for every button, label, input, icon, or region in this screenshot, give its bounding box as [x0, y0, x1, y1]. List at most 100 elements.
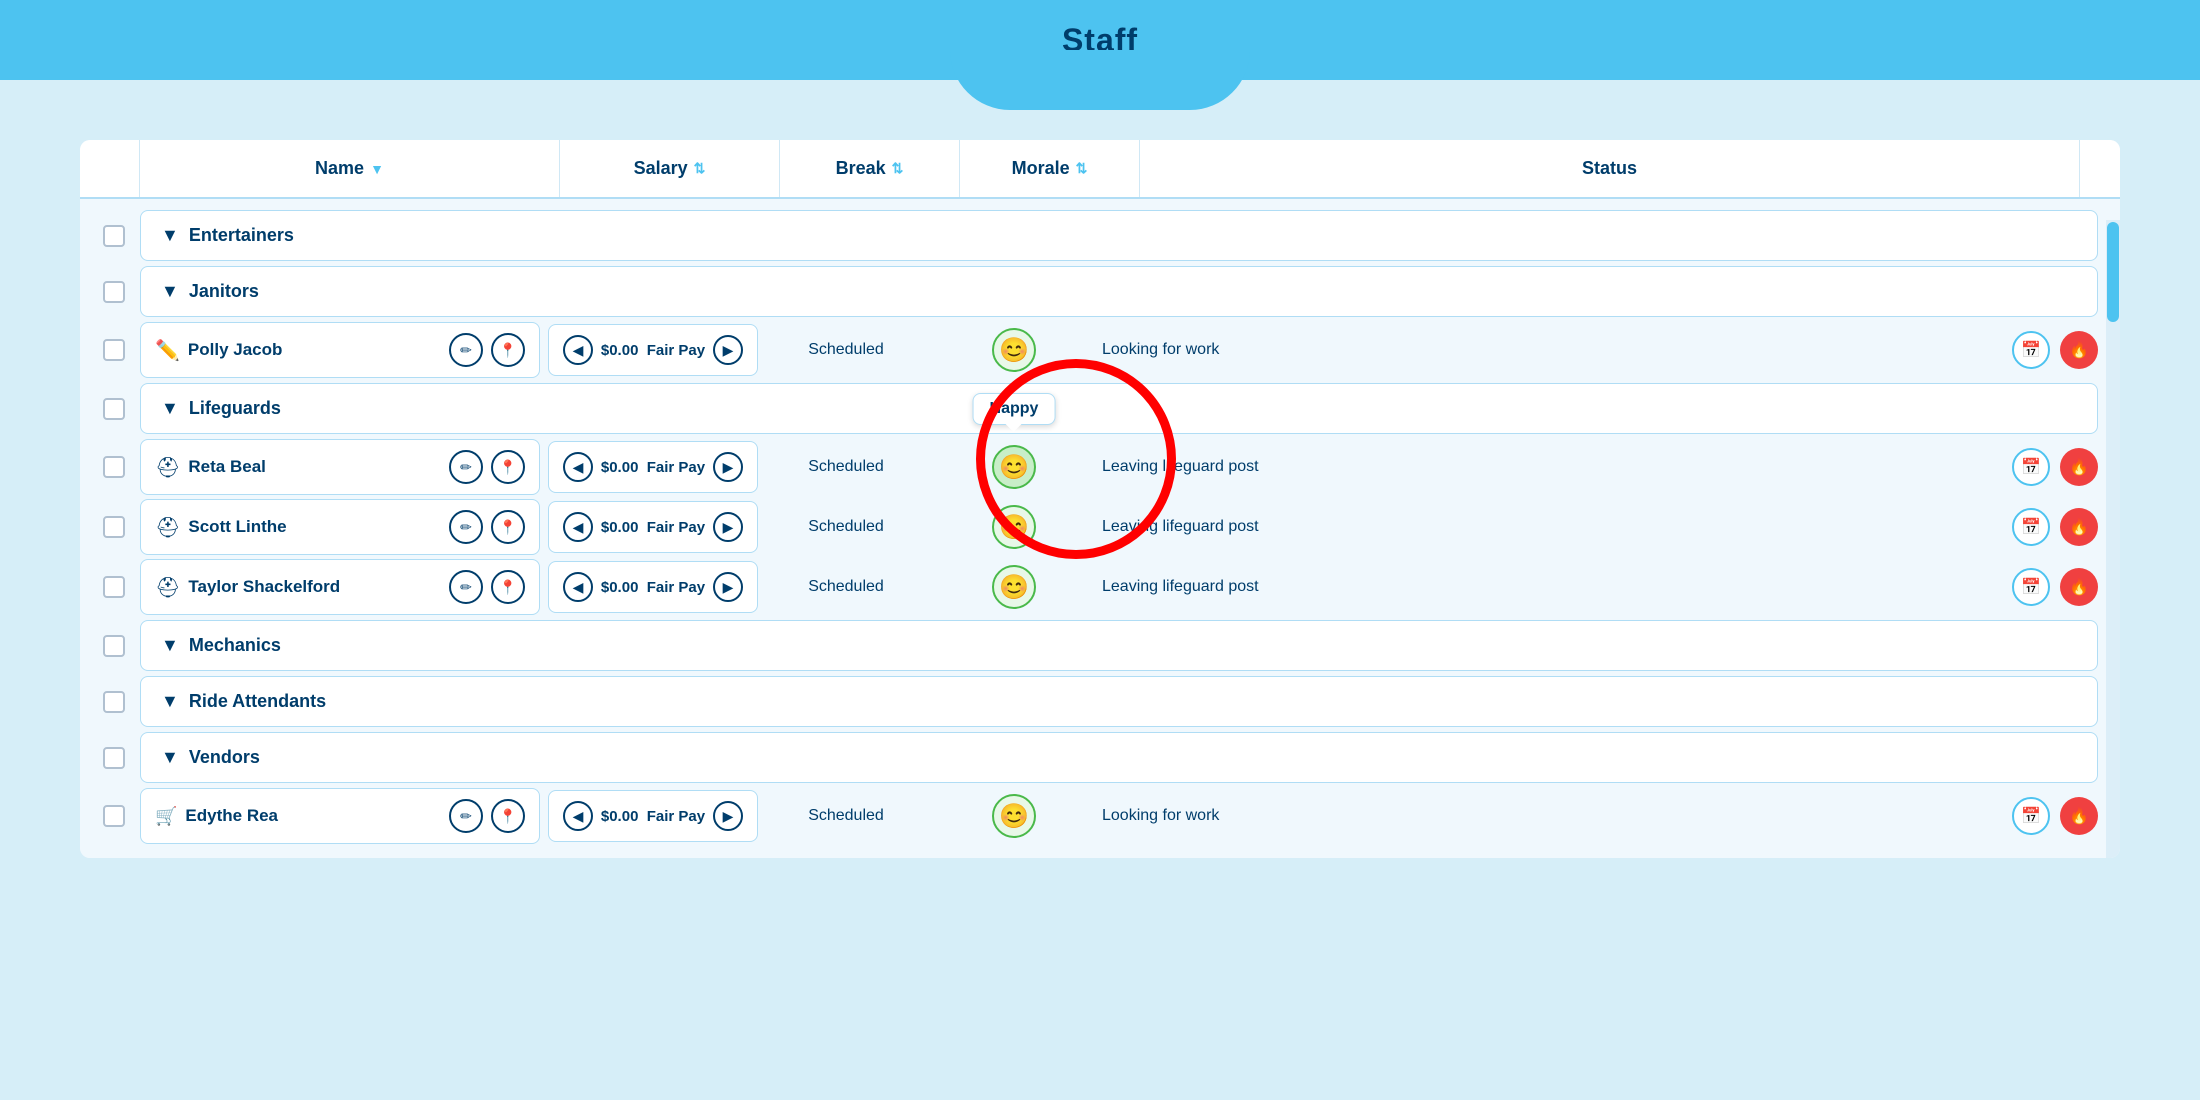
- salary-cell-scott: ◀ $0.00 Fair Pay ▶: [548, 501, 758, 553]
- checkbox-polly[interactable]: [103, 339, 125, 361]
- staff-name-cell-reta: ⛑ Reta Beal ✏ 📍: [140, 439, 540, 495]
- group-janitors: ▼ Janitors: [88, 266, 2098, 317]
- group-janitors-label[interactable]: ▼ Janitors: [140, 266, 2098, 317]
- page-title: Staff: [1062, 22, 1138, 59]
- group-arrow-janitors: ▼: [161, 281, 179, 302]
- group-lifeguards-checkbox[interactable]: [88, 398, 140, 420]
- salary-left-edythe[interactable]: ◀: [563, 801, 593, 831]
- checkbox-taylor[interactable]: [103, 576, 125, 598]
- table-body: ▼ Entertainers ▼ Janitors: [80, 199, 2120, 858]
- col-header-name[interactable]: Name ▼: [140, 140, 560, 197]
- group-mechanics-checkbox[interactable]: [88, 635, 140, 657]
- location-btn-reta[interactable]: 📍: [491, 450, 525, 484]
- salary-left-polly[interactable]: ◀: [563, 335, 593, 365]
- edit-btn-edythe[interactable]: ✏: [449, 799, 483, 833]
- group-arrow-mechanics: ▼: [161, 635, 179, 656]
- group-entertainers-checkbox[interactable]: [88, 225, 140, 247]
- break-cell-polly: Scheduled: [766, 341, 926, 359]
- checkbox-edythe[interactable]: [103, 805, 125, 827]
- role-icon-polly: ✏️: [155, 338, 180, 363]
- right-scrollbar[interactable]: [2106, 220, 2120, 858]
- group-vendors-checkbox[interactable]: [88, 747, 140, 769]
- staff-row-edythe-rea: 🛒 Edythe Rea ✏ 📍 ◀ $0.00 Fair Pay ▶ Sche…: [88, 788, 2098, 844]
- staff-checkbox-scott[interactable]: [88, 516, 140, 538]
- checkbox-reta[interactable]: [103, 456, 125, 478]
- location-btn-edythe[interactable]: 📍: [491, 799, 525, 833]
- salary-left-reta[interactable]: ◀: [563, 452, 593, 482]
- salary-right-edythe[interactable]: ▶: [713, 801, 743, 831]
- col-header-break[interactable]: Break ⇅: [780, 140, 960, 197]
- edit-btn-scott[interactable]: ✏: [449, 510, 483, 544]
- group-ride-attendants-checkbox[interactable]: [88, 691, 140, 713]
- morale-icon-taylor[interactable]: 😊: [992, 565, 1036, 609]
- morale-tooltip-reta: Happy: [973, 393, 1056, 425]
- role-icon-reta: ⛑: [155, 455, 180, 480]
- location-btn-polly[interactable]: 📍: [491, 333, 525, 367]
- main-content: Name ▼ Salary ⇅ Break ⇅ Morale ⇅ Status: [0, 80, 2200, 898]
- salary-right-reta[interactable]: ▶: [713, 452, 743, 482]
- edit-btn-polly[interactable]: ✏: [449, 333, 483, 367]
- group-vendors: ▼ Vendors: [88, 732, 2098, 783]
- staff-checkbox-taylor[interactable]: [88, 576, 140, 598]
- salary-text-edythe: $0.00 Fair Pay: [599, 808, 707, 825]
- location-btn-scott[interactable]: 📍: [491, 510, 525, 544]
- staff-checkbox-edythe[interactable]: [88, 805, 140, 827]
- staff-name-edythe: Edythe Rea: [185, 806, 441, 826]
- col-header-salary[interactable]: Salary ⇅: [560, 140, 780, 197]
- salary-cell-polly: ◀ $0.00 Fair Pay ▶: [548, 324, 758, 376]
- salary-right-scott[interactable]: ▶: [713, 512, 743, 542]
- checkbox-scott[interactable]: [103, 516, 125, 538]
- edit-btn-reta[interactable]: ✏: [449, 450, 483, 484]
- salary-text-scott: $0.00 Fair Pay: [599, 519, 707, 536]
- salary-right-taylor[interactable]: ▶: [713, 572, 743, 602]
- group-entertainers-label[interactable]: ▼ Entertainers: [140, 210, 2098, 261]
- sort-icon-break: ⇅: [892, 160, 904, 177]
- morale-icon-edythe[interactable]: 😊: [992, 794, 1036, 838]
- fire-btn-reta[interactable]: 🔥: [2060, 448, 2098, 486]
- calendar-btn-taylor[interactable]: 📅: [2012, 568, 2050, 606]
- staff-checkbox-reta[interactable]: [88, 456, 140, 478]
- calendar-btn-reta[interactable]: 📅: [2012, 448, 2050, 486]
- salary-left-taylor[interactable]: ◀: [563, 572, 593, 602]
- location-btn-taylor[interactable]: 📍: [491, 570, 525, 604]
- calendar-btn-polly[interactable]: 📅: [2012, 331, 2050, 369]
- checkbox-vendors[interactable]: [103, 747, 125, 769]
- morale-icon-scott[interactable]: 😊: [992, 505, 1036, 549]
- top-bar: Staff: [0, 0, 2200, 80]
- checkbox-janitors[interactable]: [103, 281, 125, 303]
- edit-btn-taylor[interactable]: ✏: [449, 570, 483, 604]
- calendar-btn-scott[interactable]: 📅: [2012, 508, 2050, 546]
- sort-icon-morale: ⇅: [1076, 160, 1088, 177]
- fire-btn-polly[interactable]: 🔥: [2060, 331, 2098, 369]
- role-icon-edythe: 🛒: [155, 806, 177, 827]
- status-text-polly: Looking for work: [1102, 341, 2002, 359]
- salary-text-taylor: $0.00 Fair Pay: [599, 579, 707, 596]
- morale-icon-polly[interactable]: 😊: [992, 328, 1036, 372]
- staff-row-scott-linthe: ⛑ Scott Linthe ✏ 📍 ◀ $0.00 Fair Pay ▶ Sc…: [88, 499, 2098, 555]
- break-cell-edythe: Scheduled: [766, 807, 926, 825]
- col-header-status: Status: [1140, 140, 2080, 197]
- group-vendors-label[interactable]: ▼ Vendors: [140, 732, 2098, 783]
- status-text-reta: Leaving lifeguard post: [1102, 458, 2002, 476]
- col-header-morale[interactable]: Morale ⇅: [960, 140, 1140, 197]
- fire-btn-edythe[interactable]: 🔥: [2060, 797, 2098, 835]
- salary-right-polly[interactable]: ▶: [713, 335, 743, 365]
- group-ride-attendants-label[interactable]: ▼ Ride Attendants: [140, 676, 2098, 727]
- salary-left-scott[interactable]: ◀: [563, 512, 593, 542]
- calendar-btn-edythe[interactable]: 📅: [2012, 797, 2050, 835]
- group-janitors-checkbox[interactable]: [88, 281, 140, 303]
- checkbox-lifeguards[interactable]: [103, 398, 125, 420]
- checkbox-mechanics[interactable]: [103, 635, 125, 657]
- morale-cell-taylor: 😊: [934, 565, 1094, 609]
- fire-btn-taylor[interactable]: 🔥: [2060, 568, 2098, 606]
- group-mechanics-label[interactable]: ▼ Mechanics: [140, 620, 2098, 671]
- status-text-edythe: Looking for work: [1102, 807, 2002, 825]
- table-header: Name ▼ Salary ⇅ Break ⇅ Morale ⇅ Status: [80, 140, 2120, 199]
- checkbox-ride-attendants[interactable]: [103, 691, 125, 713]
- group-lifeguards-label[interactable]: ▼ Lifeguards: [140, 383, 2098, 434]
- checkbox-entertainers[interactable]: [103, 225, 125, 247]
- morale-icon-reta[interactable]: 😊: [992, 445, 1036, 489]
- staff-name-taylor: Taylor Shackelford: [188, 577, 441, 597]
- fire-btn-scott[interactable]: 🔥: [2060, 508, 2098, 546]
- staff-checkbox-polly[interactable]: [88, 339, 140, 361]
